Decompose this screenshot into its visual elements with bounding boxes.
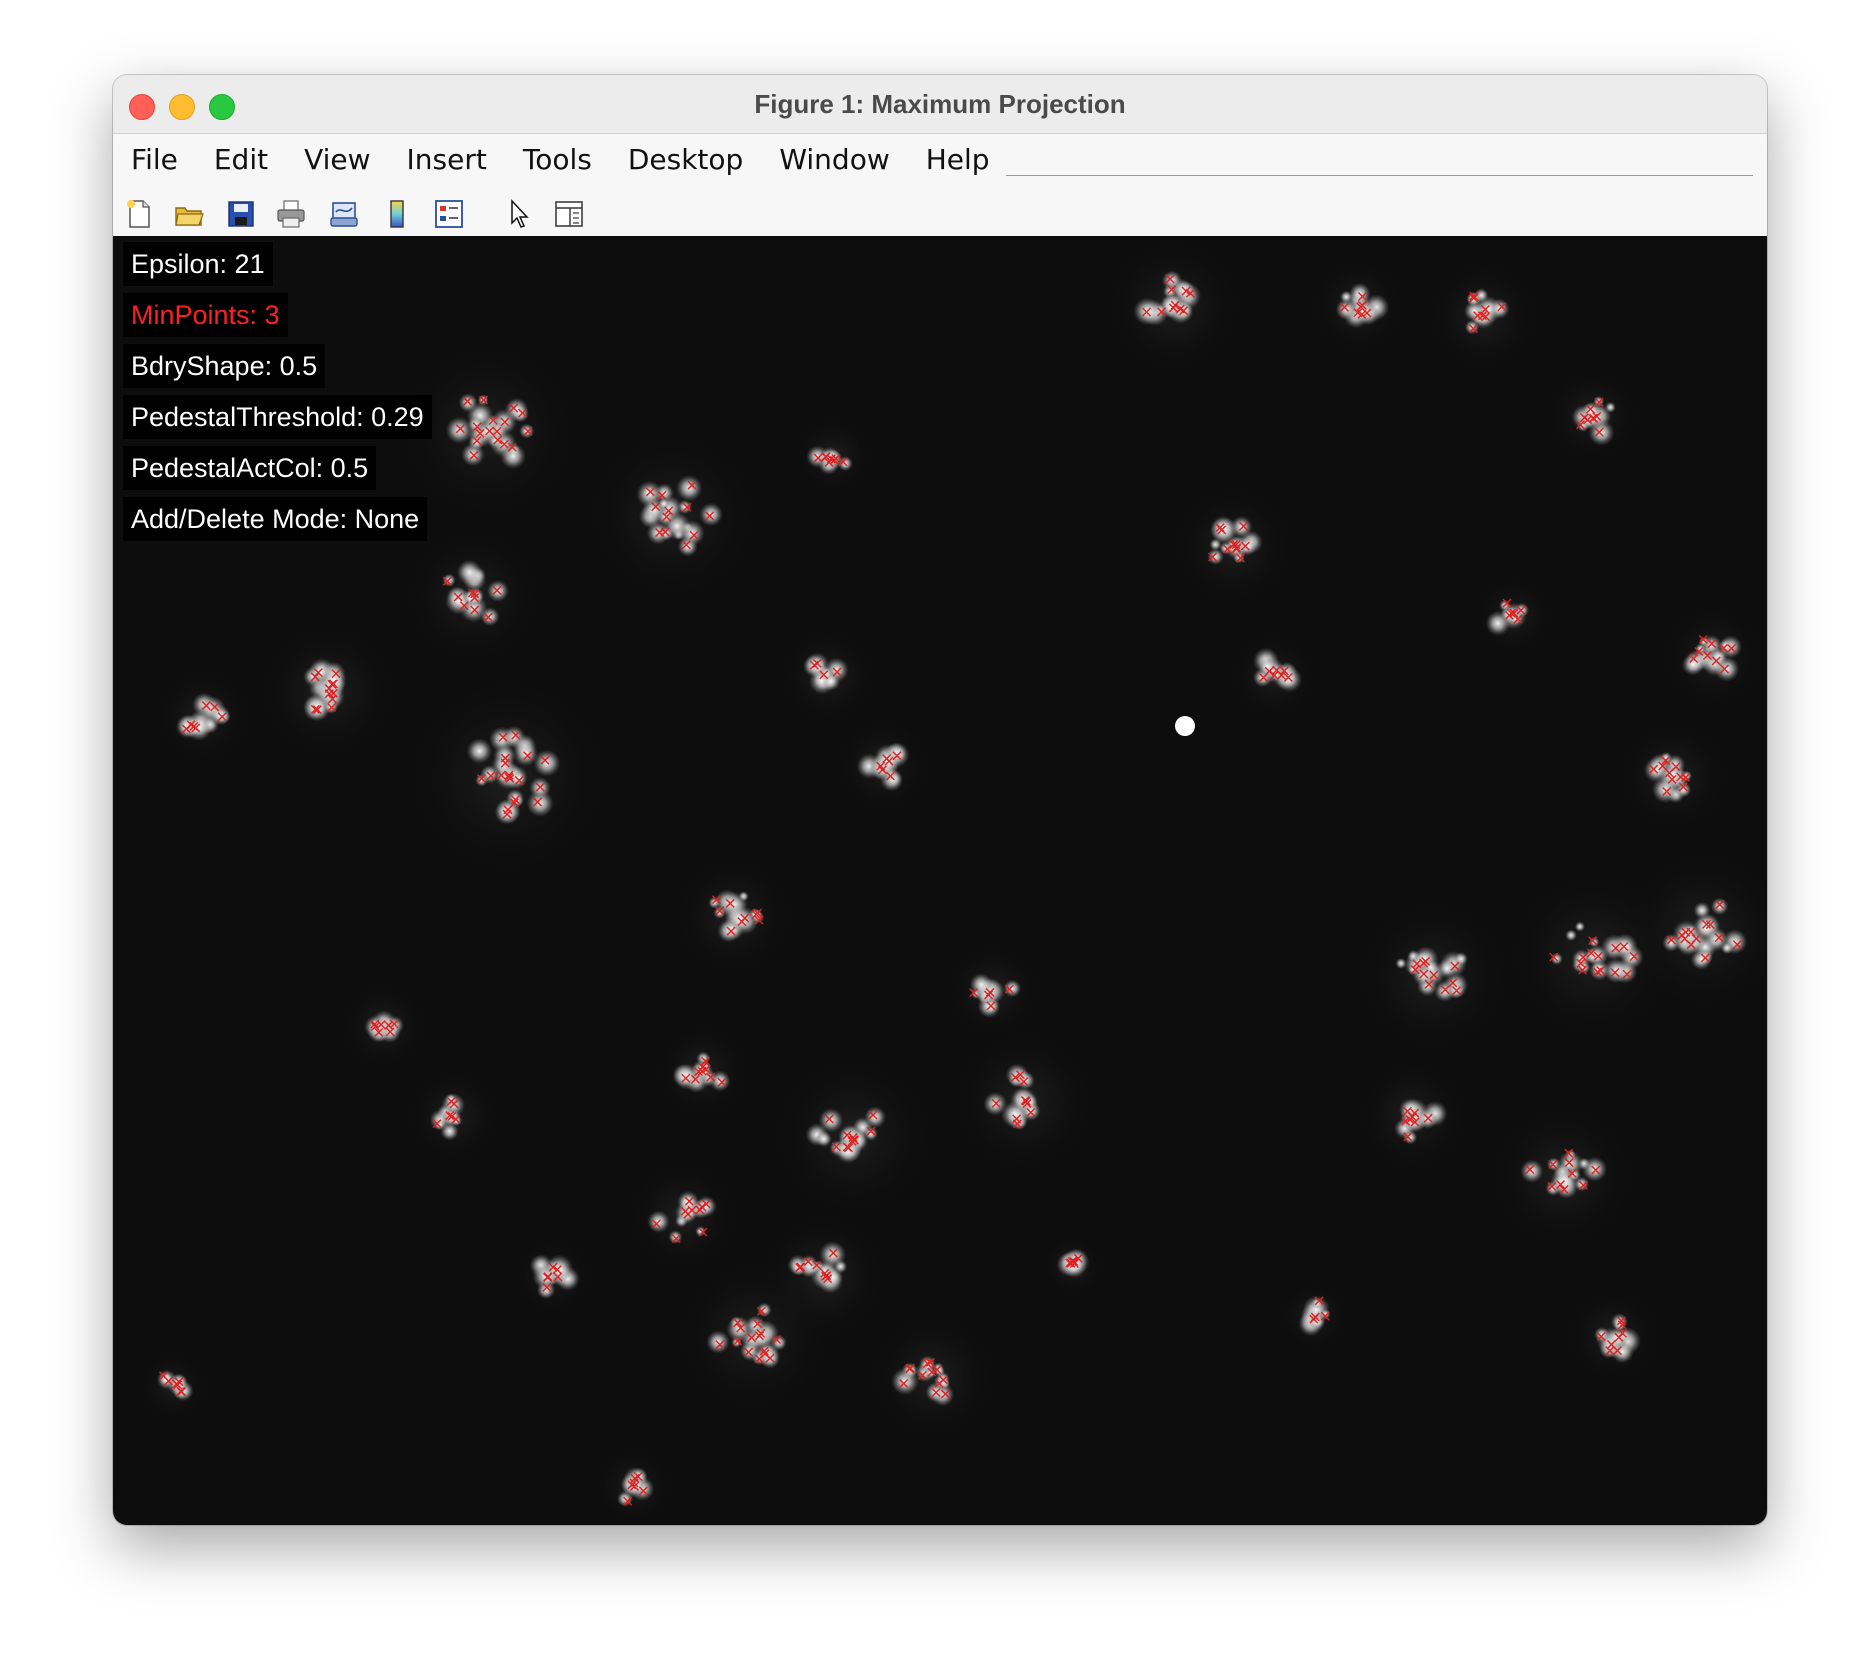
window-title: Figure 1: Maximum Projection [754, 89, 1126, 119]
menu-insert[interactable]: Insert [407, 143, 487, 176]
fluorescent-spot [1565, 929, 1577, 942]
colorbar-icon[interactable] [381, 198, 413, 230]
fluorescent-spot [1588, 419, 1615, 446]
toolbar [113, 186, 1767, 239]
fluorescent-spot [506, 789, 525, 808]
menu-help[interactable]: Help [926, 143, 990, 176]
fluorescent-spot [1320, 1309, 1331, 1320]
legend-icon[interactable] [433, 198, 465, 230]
fluorescent-spot [1704, 927, 1729, 952]
fluorescent-spot [466, 738, 493, 764]
epsilon-label: Epsilon: 21 [123, 242, 273, 286]
menu-view[interactable]: View [304, 143, 370, 176]
figure-window: Figure 1: Maximum Projection File Edit V… [113, 75, 1767, 1525]
fluorescent-spot [1710, 897, 1729, 916]
menu-divider [1006, 175, 1753, 176]
menu-desktop[interactable]: Desktop [628, 143, 743, 176]
edit-plot-arrow-icon[interactable] [503, 198, 535, 230]
fluorescent-spot [815, 1130, 833, 1148]
fluorescent-spot [1574, 921, 1586, 932]
fluorescent-spot [1403, 1130, 1418, 1145]
save-icon[interactable] [225, 198, 257, 230]
bright-spot [1175, 716, 1195, 736]
fluorescent-spot [1454, 952, 1468, 966]
open-file-icon[interactable] [173, 198, 205, 230]
menu-file[interactable]: File [131, 143, 178, 176]
minpoints-label: MinPoints: 3 [123, 293, 288, 337]
link-plot-icon[interactable] [328, 198, 360, 230]
pedestal-threshold-label: PedestalThreshold: 0.29 [123, 395, 432, 439]
fluorescent-spot [1207, 548, 1224, 565]
bdryshape-label: BdryShape: 0.5 [123, 344, 326, 388]
fluorescent-spot [480, 607, 500, 627]
fluorescent-spot [1675, 781, 1692, 798]
new-figure-icon[interactable] [123, 198, 155, 230]
menu-edit[interactable]: Edit [214, 143, 268, 176]
add-delete-mode-label: Add/Delete Mode: None [123, 497, 428, 541]
menu-bar: File Edit View Insert Tools Desktop Wind… [113, 134, 1767, 224]
print-icon[interactable] [275, 198, 307, 230]
fluorescent-spot [519, 423, 535, 439]
fluorescent-spot [874, 748, 901, 775]
fluorescent-spot [1693, 901, 1711, 919]
fluorescent-spot [1690, 948, 1712, 970]
fluorescent-spot [1003, 979, 1022, 998]
fluorescent-spot [658, 498, 670, 510]
pedestal-actcol-label: PedestalActCol: 0.5 [123, 446, 377, 490]
fluorescent-spot [1001, 1101, 1029, 1129]
fluorescent-spot [1604, 401, 1616, 413]
fluorescent-spot [511, 771, 526, 786]
image-axes[interactable]: Epsilon: 21 MinPoints: 3 BdryShape: 0.5 … [113, 236, 1767, 1525]
fluorescent-spot [677, 499, 692, 514]
fluorescent-spot [1233, 551, 1245, 564]
fluorescent-spot [864, 1126, 878, 1141]
menu-window[interactable]: Window [779, 143, 889, 176]
fluorescent-spot [1672, 920, 1701, 948]
fluorescent-spot [1464, 301, 1485, 322]
menu-tools[interactable]: Tools [523, 143, 592, 176]
title-bar[interactable]: Figure 1: Maximum Projection [113, 75, 1767, 134]
fluorescent-spot [456, 559, 482, 585]
property-editor-icon[interactable] [553, 198, 585, 230]
fluorescent-spot [1230, 515, 1253, 538]
